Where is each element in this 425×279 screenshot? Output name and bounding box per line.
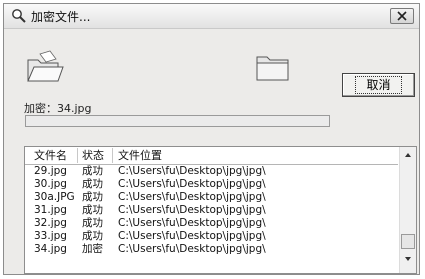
list-item[interactable]: 32.jpg 成功 C:\Users\fu\Desktop\jpg\jpg\ xyxy=(25,217,398,230)
cancel-button-label: 取消 xyxy=(355,76,402,94)
list-item[interactable]: 30.jpg 成功 C:\Users\fu\Desktop\jpg\jpg\ xyxy=(25,178,398,191)
row-filename: 33.jpg xyxy=(34,230,67,242)
list-rows: 29.jpg 成功 C:\Users\fu\Desktop\jpg\jpg\ 30.j… xyxy=(25,165,398,256)
window-title: 加密文件... xyxy=(31,10,91,24)
column-header-status[interactable]: 状态 xyxy=(82,148,104,164)
title-bar: 加密文件... xyxy=(4,4,419,29)
row-location: C:\Users\fu\Desktop\jpg\jpg\ xyxy=(118,191,266,203)
row-filename: 31.jpg xyxy=(34,204,67,216)
scroll-down-icon[interactable] xyxy=(400,251,416,267)
cancel-button[interactable]: 取消 xyxy=(342,73,415,97)
scroll-up-icon[interactable] xyxy=(400,147,416,163)
row-location: C:\Users\fu\Desktop\jpg\jpg\ xyxy=(118,165,266,177)
column-header-location[interactable]: 文件位置 xyxy=(118,148,162,164)
list-item[interactable]: 33.jpg 成功 C:\Users\fu\Desktop\jpg\jpg\ xyxy=(25,230,398,243)
close-icon xyxy=(397,11,407,21)
row-status: 成功 xyxy=(82,165,103,177)
row-filename: 29.jpg xyxy=(34,165,67,177)
row-filename: 30a.JPG xyxy=(34,191,75,203)
row-status: 加密 xyxy=(82,243,103,255)
row-status: 成功 xyxy=(82,204,103,216)
list-item[interactable]: 31.jpg 成功 C:\Users\fu\Desktop\jpg\jpg\ xyxy=(25,204,398,217)
close-button[interactable] xyxy=(390,8,414,24)
scrollbar-thumb[interactable] xyxy=(401,234,415,249)
row-location: C:\Users\fu\Desktop\jpg\jpg\ xyxy=(118,204,266,216)
list-item[interactable]: 34.jpg 加密 C:\Users\fu\Desktop\jpg\jpg\ xyxy=(25,243,398,256)
open-folder-icon xyxy=(27,50,64,82)
list-header: 文件名 状态 文件位置 xyxy=(25,147,398,165)
encrypt-status-text: 加密：34.jpg xyxy=(24,102,92,115)
progress-bar xyxy=(25,115,330,127)
closed-folder-icon xyxy=(256,56,289,81)
file-list[interactable]: 文件名 状态 文件位置 29.jpg 成功 C:\Users\fu\Desktop\… xyxy=(24,146,417,274)
row-location: C:\Users\fu\Desktop\jpg\jpg\ xyxy=(118,178,266,190)
row-filename: 34.jpg xyxy=(34,243,67,255)
list-item[interactable]: 29.jpg 成功 C:\Users\fu\Desktop\jpg\jpg\ xyxy=(25,165,398,178)
row-status: 成功 xyxy=(82,191,103,203)
row-location: C:\Users\fu\Desktop\jpg\jpg\ xyxy=(118,217,266,229)
column-divider[interactable] xyxy=(77,148,78,163)
column-divider[interactable] xyxy=(112,148,113,163)
row-status: 成功 xyxy=(82,178,103,190)
encrypt-dialog: 加密文件... 取消 加密：34.jpg 文件名 状态 文件位置 29.jpg 成… xyxy=(3,3,420,275)
row-location: C:\Users\fu\Desktop\jpg\jpg\ xyxy=(118,243,266,255)
column-header-filename[interactable]: 文件名 xyxy=(34,148,67,164)
row-filename: 30.jpg xyxy=(34,178,67,190)
row-status: 成功 xyxy=(82,217,103,229)
row-status: 成功 xyxy=(82,230,103,242)
magnifier-icon xyxy=(12,9,26,23)
row-filename: 32.jpg xyxy=(34,217,67,229)
list-item[interactable]: 30a.JPG 成功 C:\Users\fu\Desktop\jpg\jpg\ xyxy=(25,191,398,204)
row-location: C:\Users\fu\Desktop\jpg\jpg\ xyxy=(118,230,266,242)
vertical-scrollbar[interactable] xyxy=(399,147,416,273)
